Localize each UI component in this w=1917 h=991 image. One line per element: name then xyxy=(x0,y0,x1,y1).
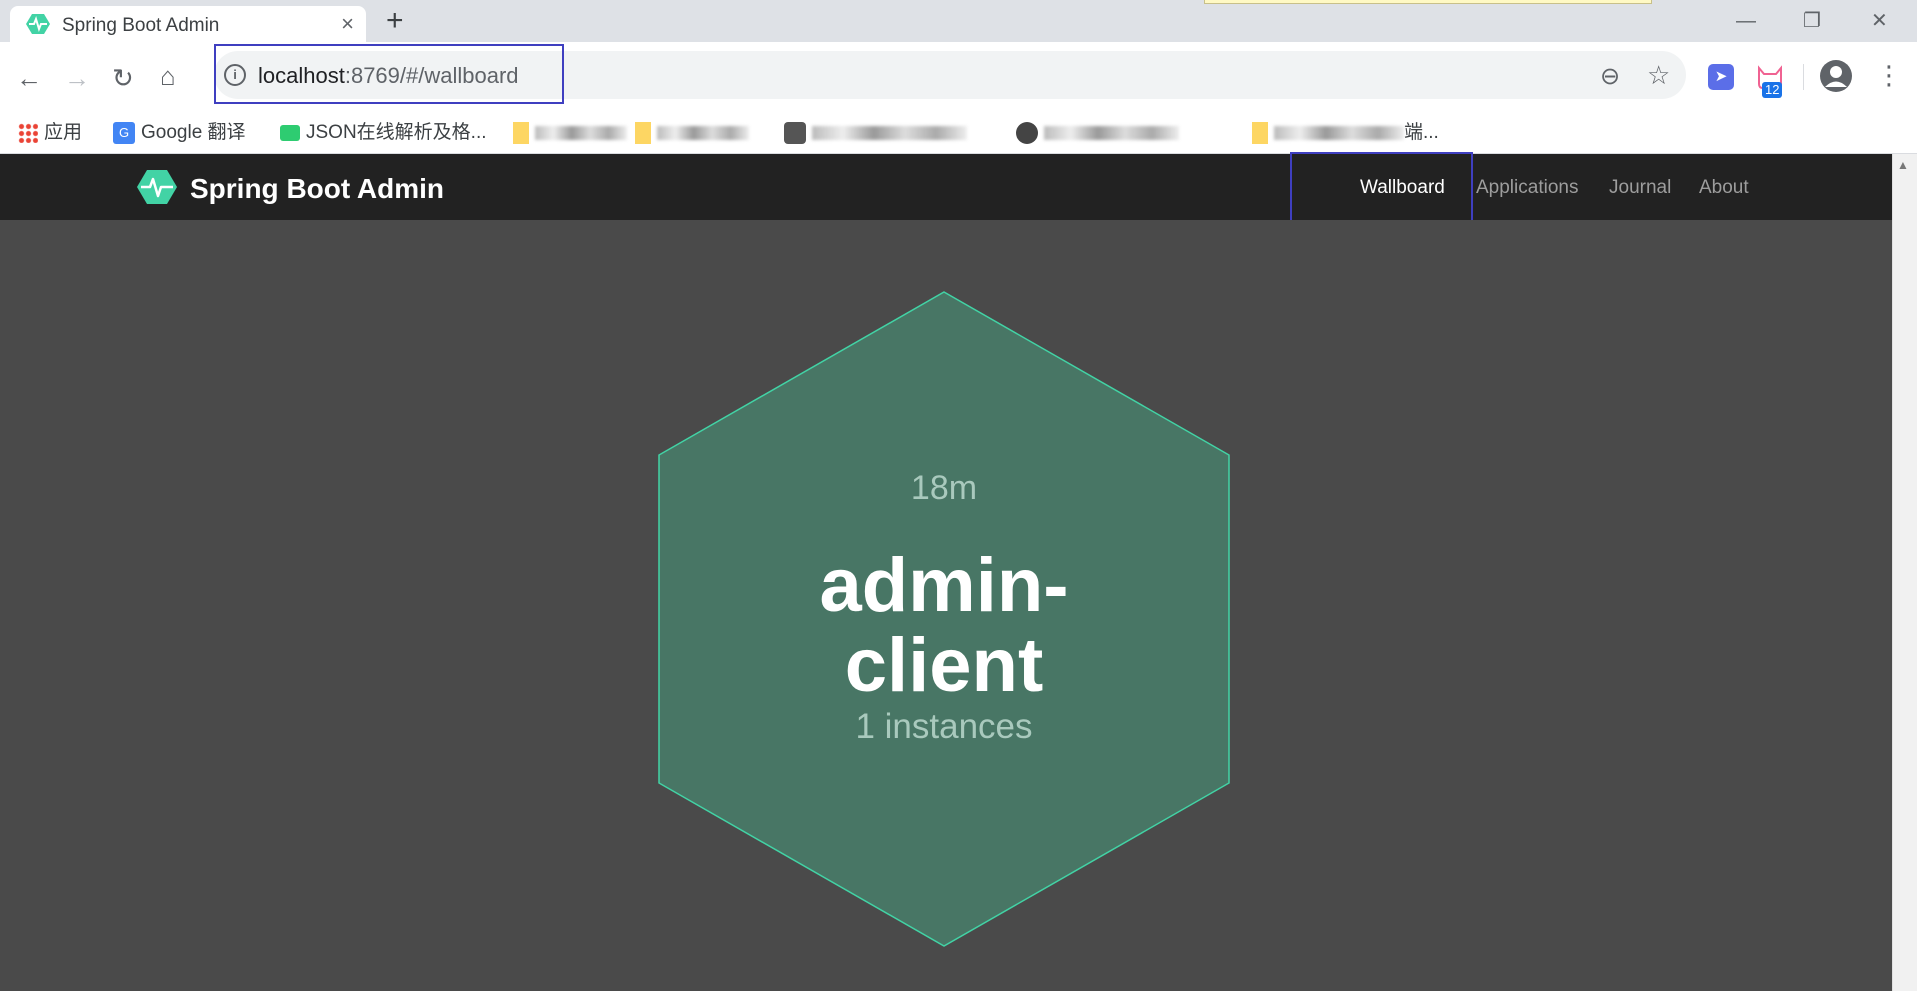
wallboard-highlight-box xyxy=(1290,152,1473,228)
application-uptime: 18m xyxy=(910,469,978,507)
bookmark-apps[interactable]: 应用 xyxy=(18,118,82,148)
blurred-label xyxy=(535,125,627,140)
spring-boot-admin-logo-icon xyxy=(137,170,177,204)
notification-strip xyxy=(1204,0,1652,4)
site-icon xyxy=(784,121,806,144)
blurred-label xyxy=(1274,125,1404,140)
extension-bird-icon[interactable]: ➤ xyxy=(1708,64,1734,90)
folder-icon xyxy=(635,121,651,144)
brand-title: Spring Boot Admin xyxy=(190,173,445,204)
page-scrollbar[interactable]: ▲ xyxy=(1892,154,1917,991)
folder-icon xyxy=(1252,121,1268,144)
browser-toolbar: ← → ↻ ⌂ i localhost:8769/#/wallboard ⊖ ☆… xyxy=(0,42,1917,112)
nav-journal[interactable]: Journal xyxy=(1609,177,1671,199)
home-icon[interactable]: ⌂ xyxy=(160,60,176,92)
application-name: admin- client xyxy=(819,543,1069,708)
browser-tab-strip: Spring Boot Admin × + — ❐ ✕ xyxy=(0,0,1917,42)
toolbar-separator xyxy=(1803,64,1804,90)
restore-window-button[interactable]: ❐ xyxy=(1803,4,1821,38)
blurred-label xyxy=(657,125,749,140)
app-navbar: Spring Boot Admin Wallboard Applications… xyxy=(0,152,1892,228)
bookmark-site-2[interactable] xyxy=(1016,118,1179,148)
zoom-out-icon[interactable]: ⊖ xyxy=(1600,62,1620,91)
new-tab-button[interactable]: + xyxy=(386,6,404,36)
bookmark-label: Google 翻译 xyxy=(141,122,246,143)
bookmark-site-1[interactable] xyxy=(784,118,967,148)
close-window-button[interactable]: ✕ xyxy=(1871,4,1888,38)
blurred-label xyxy=(812,125,967,140)
reload-icon[interactable]: ↻ xyxy=(112,62,134,94)
bookmark-star-icon[interactable]: ☆ xyxy=(1647,60,1670,91)
profile-avatar-icon[interactable] xyxy=(1820,60,1852,92)
folder-icon xyxy=(513,121,529,144)
minimize-window-button[interactable]: — xyxy=(1736,4,1756,38)
blurred-label xyxy=(1044,125,1179,140)
person-icon xyxy=(1825,66,1847,87)
back-arrow-icon[interactable]: ← xyxy=(16,62,42,94)
spring-boot-admin-favicon-icon xyxy=(26,14,50,34)
bookmark-label: 端... xyxy=(1404,122,1439,143)
browser-tab[interactable]: Spring Boot Admin × xyxy=(10,6,366,42)
forward-arrow-icon[interactable]: → xyxy=(64,62,90,94)
scroll-up-arrow-icon[interactable]: ▲ xyxy=(1897,158,1909,172)
nav-applications[interactable]: Applications xyxy=(1476,177,1578,199)
application-instance-count: 1 instances xyxy=(855,707,1033,746)
extension-count-badge: 12 xyxy=(1762,82,1783,98)
wallboard-main: 18m admin- client 1 instances xyxy=(0,220,1892,991)
bookmark-folder-2[interactable] xyxy=(635,118,749,148)
bookmark-google-translate[interactable]: G Google 翻译 xyxy=(113,118,246,148)
apps-grid-icon xyxy=(18,122,38,143)
json-icon xyxy=(280,124,300,141)
browser-tab-title: Spring Boot Admin xyxy=(62,15,220,36)
bookmarks-bar: 应用 G Google 翻译 JSON在线解析及格... 端... xyxy=(0,112,1917,154)
google-translate-icon: G xyxy=(113,121,135,144)
tab-close-icon[interactable]: × xyxy=(341,10,354,38)
address-bar-highlight-box xyxy=(214,44,564,104)
bookmark-label: 应用 xyxy=(44,122,83,143)
bookmark-json[interactable]: JSON在线解析及格... xyxy=(280,118,487,148)
nav-about[interactable]: About xyxy=(1699,177,1749,199)
bookmark-folder-1[interactable] xyxy=(513,118,627,148)
bookmark-label: JSON在线解析及格... xyxy=(306,122,487,143)
application-hexagon[interactable]: 18m admin- client 1 instances xyxy=(658,291,1230,947)
bookmark-folder-3[interactable]: 端... xyxy=(1252,118,1439,148)
site-icon xyxy=(1016,121,1038,144)
browser-menu-icon[interactable]: ⋮ xyxy=(1876,60,1902,90)
